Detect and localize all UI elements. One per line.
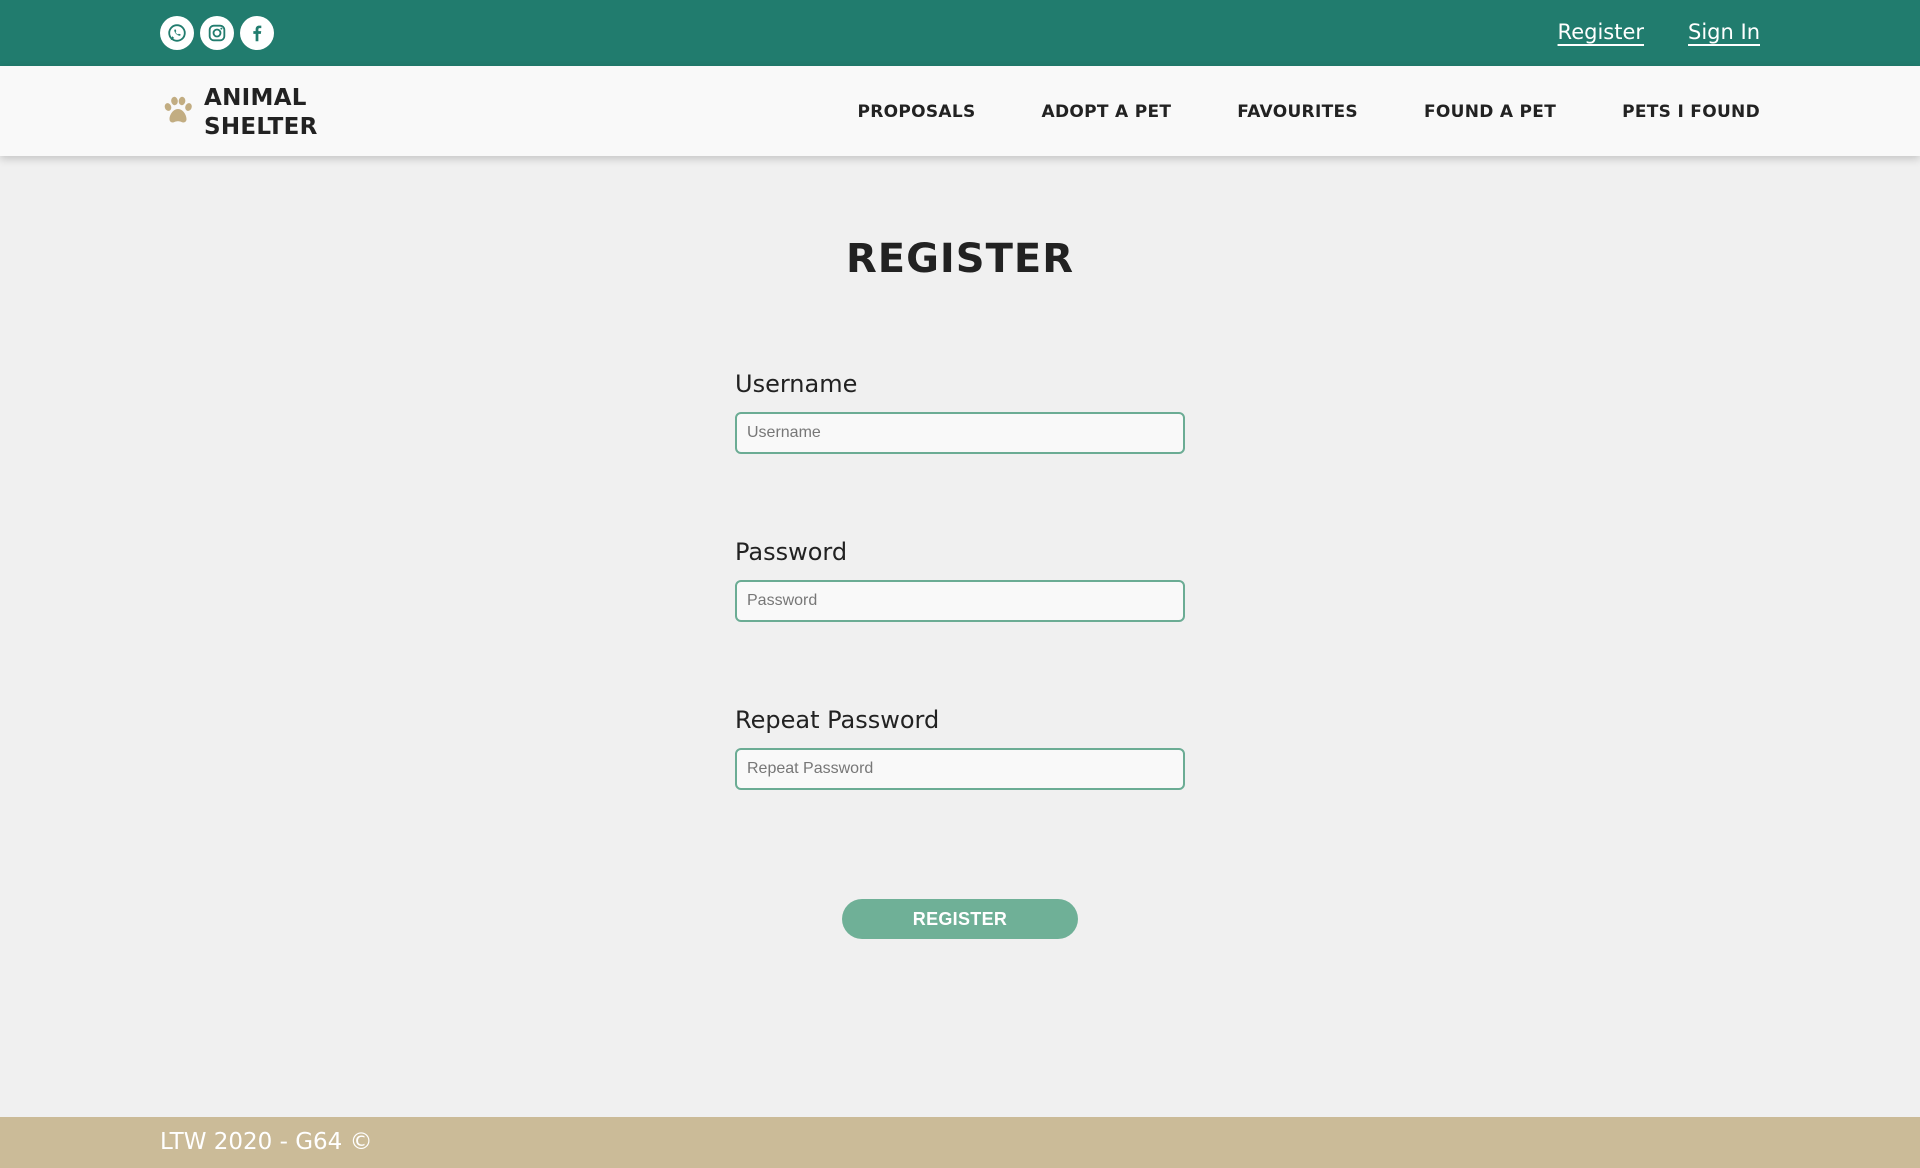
username-field-group: Username	[735, 370, 1185, 454]
register-form: Username Password Repeat Password	[735, 370, 1185, 790]
repeat-password-field-group: Repeat Password	[735, 706, 1185, 790]
social-links	[160, 16, 274, 50]
footer: LTW 2020 - G64 ©	[0, 1117, 1920, 1168]
register-link[interactable]: Register	[1558, 20, 1644, 44]
whatsapp-link[interactable]	[160, 16, 194, 50]
main-navbar: ANIMAL SHELTER PROPOSALS ADOPT A PET FAV…	[0, 66, 1920, 156]
brand-line-1: ANIMAL	[204, 85, 307, 111]
password-label: Password	[735, 538, 848, 566]
password-input[interactable]	[735, 580, 1185, 622]
nav-item-found-a-pet[interactable]: FOUND A PET	[1424, 102, 1556, 122]
nav-item-adopt-a-pet[interactable]: ADOPT A PET	[1042, 102, 1172, 122]
footer-text: LTW 2020 - G64 ©	[160, 1129, 373, 1155]
nav-item-favourites[interactable]: FAVOURITES	[1237, 102, 1358, 122]
instagram-link[interactable]	[200, 16, 234, 50]
username-label: Username	[735, 370, 858, 398]
password-field-group: Password	[735, 538, 1185, 622]
repeat-password-input[interactable]	[735, 748, 1185, 790]
paw-icon	[160, 93, 196, 133]
page-title: REGISTER	[845, 236, 1075, 282]
auth-links: Register Sign In	[1558, 20, 1760, 44]
brand-logo[interactable]: ANIMAL SHELTER	[160, 84, 318, 142]
nav-menu: PROPOSALS ADOPT A PET FAVOURITES FOUND A…	[857, 102, 1760, 122]
register-button[interactable]: REGISTER	[842, 899, 1078, 939]
brand-name: ANIMAL SHELTER	[204, 84, 318, 142]
whatsapp-icon	[168, 24, 186, 42]
username-input[interactable]	[735, 412, 1185, 454]
instagram-icon	[208, 24, 226, 42]
nav-item-proposals[interactable]: PROPOSALS	[857, 102, 975, 122]
brand-line-2: SHELTER	[204, 114, 318, 140]
facebook-link[interactable]	[240, 16, 274, 50]
signin-link[interactable]: Sign In	[1688, 20, 1760, 44]
nav-item-pets-i-found[interactable]: PETS I FOUND	[1622, 102, 1760, 122]
facebook-icon	[253, 25, 262, 42]
top-bar: Register Sign In	[0, 0, 1920, 66]
repeat-password-label: Repeat Password	[735, 706, 940, 734]
